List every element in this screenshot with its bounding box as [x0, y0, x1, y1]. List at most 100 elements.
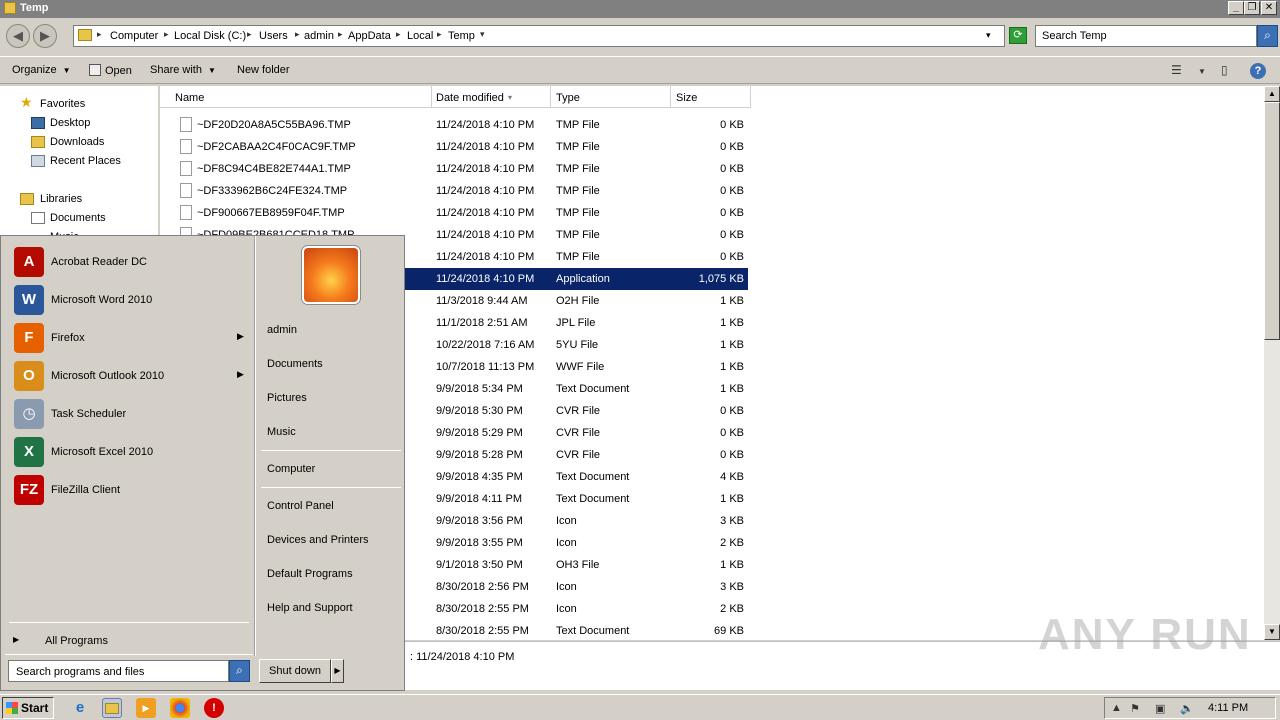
clock-icon: ◷: [14, 399, 44, 429]
start-button[interactable]: Start: [2, 697, 54, 719]
scroll-up-icon[interactable]: ▲: [1264, 86, 1280, 102]
table-row[interactable]: ~DF333962B6C24FE324.TMP 11/24/2018 4:10 P…: [160, 180, 748, 202]
start-link-help[interactable]: Help and Support: [267, 602, 353, 614]
table-row[interactable]: ~DF2CABAA2C4F0CAC9F.TMP 11/24/2018 4:10 P…: [160, 136, 748, 158]
preview-pane-icon[interactable]: ▯: [1221, 63, 1228, 77]
search-icon[interactable]: ⌕: [229, 660, 250, 682]
start-program-item[interactable]: O Microsoft Outlook 2010 ▶: [11, 358, 251, 396]
nav-downloads[interactable]: Downloads: [50, 136, 104, 148]
chevron-right-icon[interactable]: ▸: [437, 29, 442, 40]
all-programs-button[interactable]: ▶ All Programs: [9, 632, 249, 650]
media-player-icon[interactable]: ▶: [136, 698, 156, 718]
shutdown-button[interactable]: Shut down: [259, 659, 331, 683]
breadcrumb-computer[interactable]: Computer: [110, 30, 158, 42]
start-menu: A Acrobat Reader DC W Microsoft Word 2010 F F…: [0, 235, 405, 691]
breadcrumb-temp[interactable]: Temp: [448, 30, 475, 42]
nav-libraries[interactable]: Libraries: [40, 193, 82, 205]
shutdown-options-icon[interactable]: ▶: [331, 659, 344, 683]
system-tray: ▲ ⚑ ▣ 🔈: [1104, 697, 1276, 719]
help-icon[interactable]: ?: [1250, 63, 1266, 79]
action-center-flag-icon[interactable]: ⚑: [1130, 702, 1140, 715]
chevron-down-icon[interactable]: ▾: [480, 29, 485, 40]
chevron-right-icon[interactable]: ▸: [164, 29, 169, 40]
clock[interactable]: 4:11 PM: [1208, 702, 1248, 714]
breadcrumb-admin[interactable]: admin: [304, 30, 334, 42]
start-link-documents[interactable]: Documents: [267, 358, 323, 370]
nav-favorites[interactable]: Favorites: [40, 98, 85, 110]
vertical-scrollbar[interactable]: ▲ ▼: [1264, 86, 1280, 640]
scroll-thumb[interactable]: [1264, 102, 1280, 340]
chevron-right-icon[interactable]: ▸: [295, 29, 300, 40]
file-type: O2H File: [556, 295, 600, 307]
start-program-item[interactable]: A Acrobat Reader DC: [11, 244, 251, 282]
open-button[interactable]: Open: [89, 64, 132, 77]
file-type: OH3 File: [556, 559, 600, 571]
breadcrumb-local[interactable]: Local: [407, 30, 433, 42]
start-link-computer[interactable]: Computer: [267, 463, 315, 475]
start-link-music[interactable]: Music: [267, 426, 296, 438]
start-program-item[interactable]: FZ FileZilla Client: [11, 472, 251, 510]
breadcrumb-local-disk[interactable]: Local Disk (C:): [174, 30, 246, 42]
refresh-button[interactable]: ⟳: [1009, 27, 1027, 44]
start-program-item[interactable]: ◷ Task Scheduler: [11, 396, 251, 434]
forward-button[interactable]: ▶: [33, 24, 57, 48]
folder-icon: [4, 2, 16, 14]
column-header-name[interactable]: Name: [160, 86, 432, 108]
new-folder-button[interactable]: New folder: [237, 64, 290, 76]
internet-explorer-icon[interactable]: e: [70, 698, 90, 718]
file-size: 1 KB: [720, 339, 744, 351]
chevron-right-icon[interactable]: ▸: [338, 29, 343, 40]
show-hidden-icons-icon[interactable]: ▲: [1111, 702, 1122, 714]
network-icon[interactable]: ▣: [1155, 702, 1165, 715]
back-button[interactable]: ◀: [6, 24, 30, 48]
start-program-item[interactable]: X Microsoft Excel 2010: [11, 434, 251, 472]
nav-recent-places[interactable]: Recent Places: [50, 155, 121, 167]
chevron-down-icon: ▼: [207, 66, 216, 75]
file-type: TMP File: [556, 229, 600, 241]
breadcrumb-users[interactable]: Users: [259, 30, 288, 42]
chevron-right-icon[interactable]: ▸: [247, 29, 252, 40]
column-header-date[interactable]: Date modified ▾: [432, 86, 551, 108]
table-row[interactable]: ~DF20D20A8A5C55BA96.TMP 11/24/2018 4:10 P…: [160, 114, 748, 136]
close-button[interactable]: ✕: [1261, 1, 1277, 15]
minimize-button[interactable]: _: [1228, 1, 1244, 15]
volume-icon[interactable]: 🔈: [1180, 702, 1194, 715]
table-row[interactable]: ~DF900667EB8959F04F.TMP 11/24/2018 4:10 P…: [160, 202, 748, 224]
address-history-dropdown[interactable]: ▾: [986, 30, 991, 41]
scroll-down-icon[interactable]: ▼: [1264, 624, 1280, 640]
explorer-icon[interactable]: [102, 698, 122, 718]
start-link-user[interactable]: admin: [267, 324, 297, 336]
change-view-icon[interactable]: ☰: [1171, 63, 1182, 77]
chevron-right-icon: ▶: [13, 635, 20, 644]
file-type: Icon: [556, 603, 577, 615]
column-header-size[interactable]: Size: [671, 86, 751, 108]
divider: [254, 236, 256, 656]
organize-button[interactable]: Organize ▼: [12, 64, 71, 76]
column-header-type[interactable]: Type: [551, 86, 671, 108]
start-program-item[interactable]: F Firefox ▶: [11, 320, 251, 358]
start-link-devices[interactable]: Devices and Printers: [267, 534, 369, 546]
start-link-default-programs[interactable]: Default Programs: [267, 568, 353, 580]
chrome-icon[interactable]: [170, 698, 190, 718]
title-bar: Temp _ ❐ ✕: [0, 0, 1280, 18]
restore-button[interactable]: ❐: [1244, 1, 1260, 15]
chevron-down-icon[interactable]: ▼: [1198, 67, 1206, 76]
search-icon[interactable]: ⌕: [1257, 25, 1278, 47]
breadcrumb-appdata[interactable]: AppData: [348, 30, 391, 42]
file-date: 11/24/2018 4:10 PM: [436, 229, 535, 241]
start-search-input[interactable]: Search programs and files: [8, 660, 229, 682]
table-row[interactable]: ~DF8C94C4BE82E744A1.TMP 11/24/2018 4:10 P…: [160, 158, 748, 180]
start-program-label: FileZilla Client: [51, 484, 121, 496]
column-size-label: Size: [676, 92, 698, 104]
nav-desktop[interactable]: Desktop: [50, 117, 90, 129]
start-program-item[interactable]: W Microsoft Word 2010: [11, 282, 251, 320]
start-link-pictures[interactable]: Pictures: [267, 392, 307, 404]
start-link-control-panel[interactable]: Control Panel: [267, 500, 334, 512]
chevron-right-icon[interactable]: ▸: [396, 29, 401, 40]
share-with-button[interactable]: Share with ▼: [150, 64, 216, 76]
user-picture-icon[interactable]: [302, 246, 360, 304]
address-bar[interactable]: ▸ Computer ▸ Local Disk (C:) ▸ Users ▸ a…: [73, 25, 1005, 47]
nav-documents[interactable]: Documents: [50, 212, 106, 224]
stop-icon[interactable]: !: [204, 698, 224, 718]
search-input[interactable]: Search Temp: [1035, 25, 1257, 47]
